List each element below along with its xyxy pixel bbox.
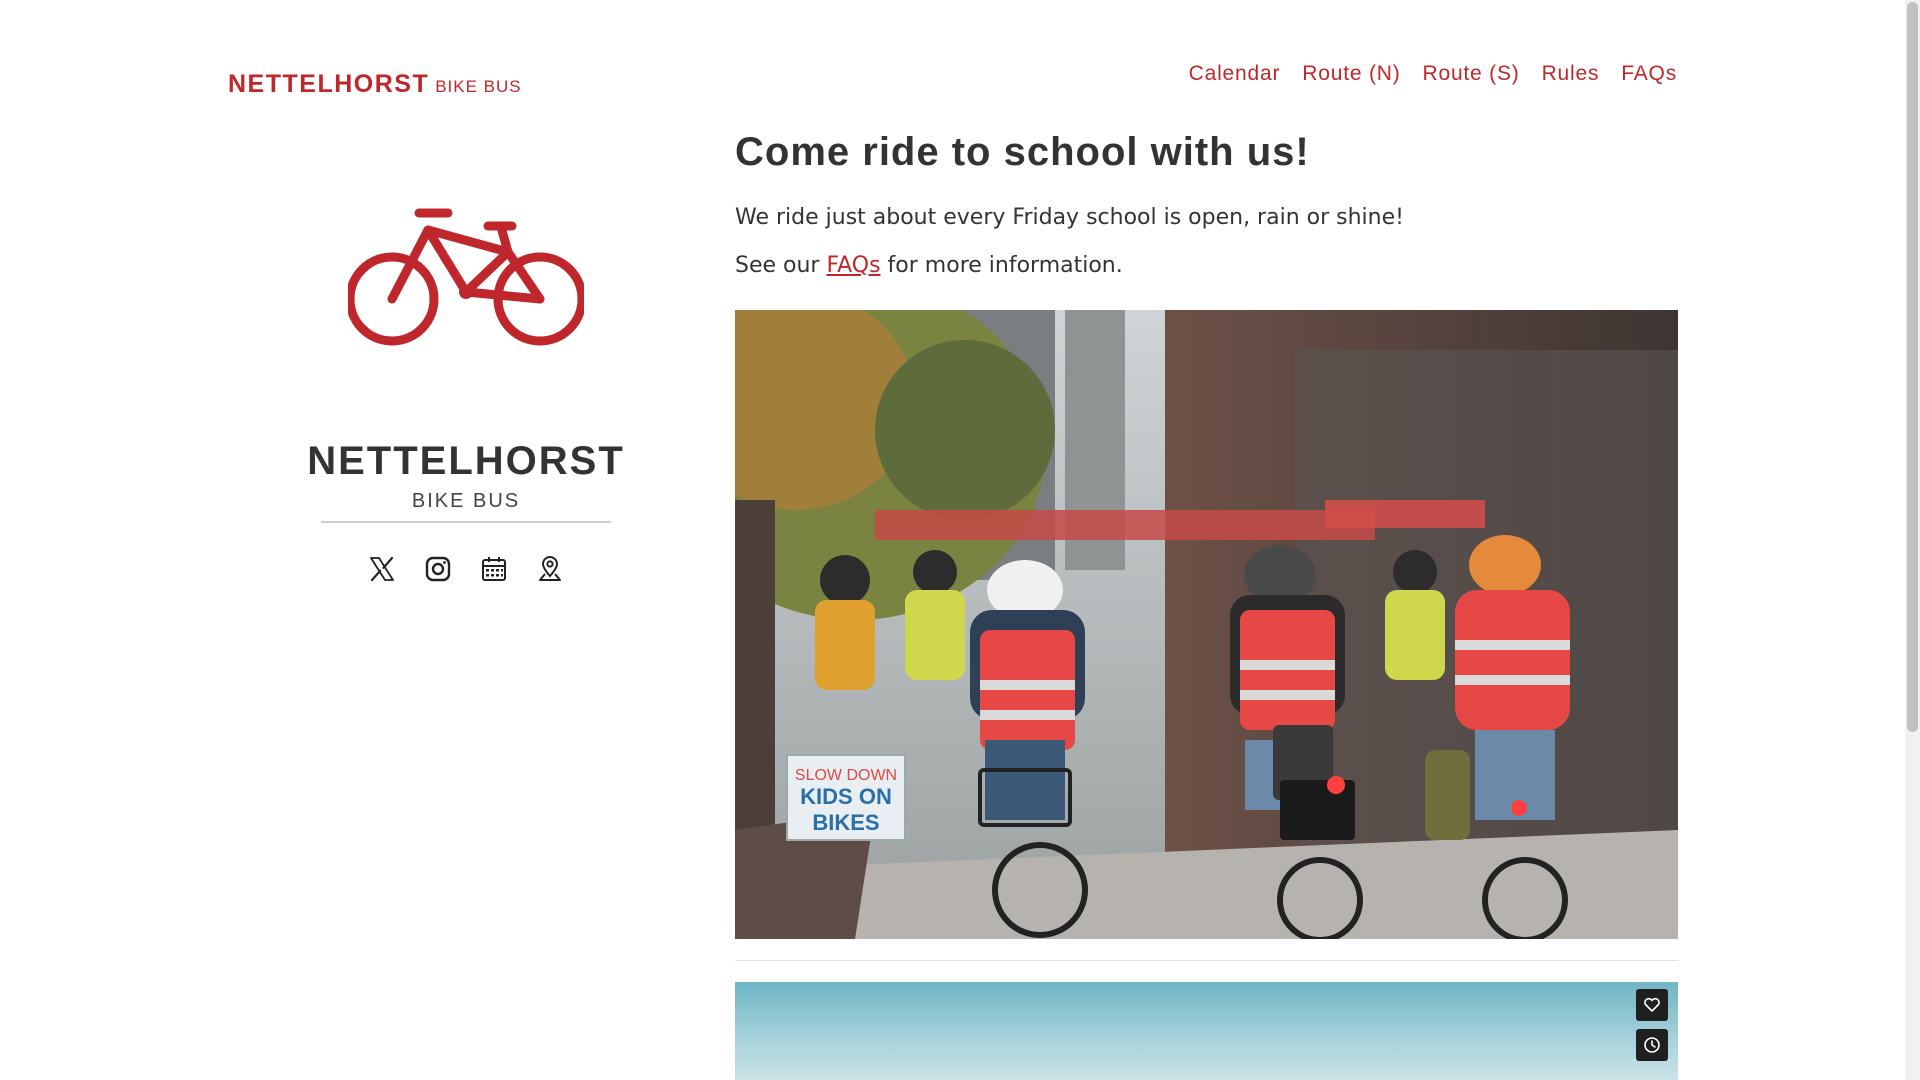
clock-icon[interactable]: [1636, 1029, 1668, 1061]
heart-icon[interactable]: [1636, 989, 1668, 1021]
top-nav: Calendar Route (N) Route (S) Rules FAQs: [1189, 62, 1677, 86]
intro-paragraph: We ride just about every Friday school i…: [735, 205, 1404, 230]
nav-faqs[interactable]: FAQs: [1621, 62, 1677, 86]
profile-sidebar: NETTELHORST BIKE BUS: [307, 205, 623, 583]
sign-line-2: KIDS ON: [800, 784, 892, 809]
nav-rules[interactable]: Rules: [1542, 62, 1600, 86]
map-pin-icon[interactable]: [536, 555, 564, 583]
faqs-link[interactable]: FAQs: [826, 253, 880, 278]
content-divider: [735, 960, 1678, 961]
profile-name: NETTELHORST: [307, 439, 625, 483]
sign-line-1: SLOW DOWN: [795, 767, 897, 784]
faq-text-before: See our: [735, 253, 827, 278]
slow-down-sign: SLOW DOWN KIDS ON BIKES: [786, 754, 906, 841]
bicycle-logo-icon: [348, 208, 584, 346]
nav-calendar[interactable]: Calendar: [1189, 62, 1281, 86]
x-twitter-icon[interactable]: [368, 555, 396, 583]
brand-sub: BIKE BUS: [435, 77, 522, 96]
scrollbar-thumb[interactable]: [1907, 2, 1918, 732]
social-links: [368, 555, 564, 583]
site-brand-link[interactable]: NETTELHORST BIKE BUS: [228, 70, 522, 99]
page-heading: Come ride to school with us!: [735, 130, 1310, 174]
nav-route-south[interactable]: Route (S): [1423, 62, 1520, 86]
profile-subtitle: BIKE BUS: [411, 490, 521, 512]
nav-route-north[interactable]: Route (N): [1302, 62, 1400, 86]
page-scrollbar[interactable]: [1905, 0, 1920, 1080]
sign-line-3: BIKES: [812, 810, 879, 835]
profile-divider: [321, 521, 611, 523]
brand-name: NETTELHORST: [228, 70, 430, 98]
faq-paragraph: See our FAQs for more information.: [735, 253, 1678, 278]
group-ride-photo: SLOW DOWN KIDS ON BIKES: [735, 310, 1678, 939]
faq-text-after: for more information.: [880, 253, 1123, 278]
main-content: Come ride to school with us! We ride jus…: [735, 130, 1678, 278]
instagram-icon[interactable]: [424, 555, 452, 583]
video-embed[interactable]: [735, 982, 1678, 1080]
calendar-icon[interactable]: [480, 555, 508, 583]
